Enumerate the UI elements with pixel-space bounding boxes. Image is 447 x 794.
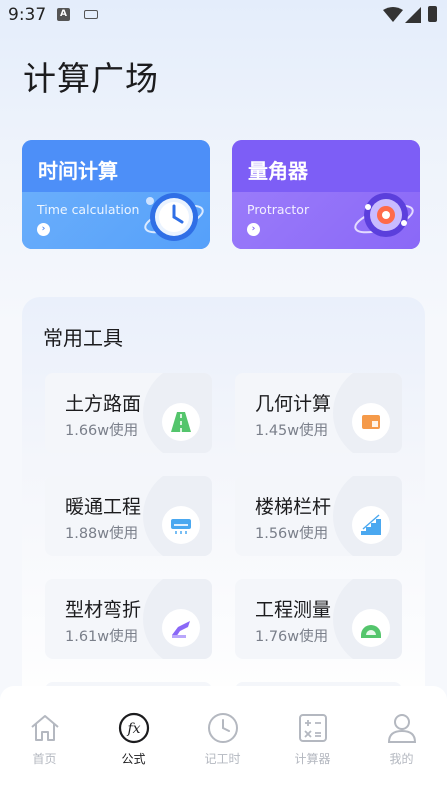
tool-usage: 1.45w使用 [255, 423, 329, 439]
tool-usage: 1.61w使用 [65, 629, 139, 645]
tab-label: 我的 [389, 752, 414, 766]
tab-label: 记工时 [204, 752, 241, 766]
card-title: 量角器 [248, 159, 308, 183]
app-notification-icon: A [57, 8, 70, 21]
tool-card-stairs[interactable]: 楼梯栏杆 1.56w使用 [235, 476, 402, 556]
air-conditioner-icon [162, 506, 200, 544]
home-icon [31, 715, 59, 741]
tab-profile[interactable]: 我的 [357, 686, 446, 776]
section-title: 常用工具 [43, 326, 123, 350]
tool-name: 土方路面 [65, 393, 142, 415]
tool-usage: 1.56w使用 [255, 526, 329, 542]
tool-card-survey[interactable]: 工程测量 1.76w使用 [235, 579, 402, 659]
card-subtitle: Protractor [247, 202, 310, 217]
clock-icon [208, 713, 238, 743]
tool-usage: 1.66w使用 [65, 423, 139, 439]
clock-icon [144, 193, 204, 241]
card-title: 时间计算 [38, 159, 118, 183]
tool-name: 几何计算 [255, 393, 332, 415]
bottom-tab-bar: 首页 fx 公式 记工时 计算器 我的 [0, 686, 447, 794]
card-subtitle: Time calculation [37, 202, 140, 217]
signal-icon [405, 7, 421, 23]
status-time: 9:37 [8, 5, 47, 25]
tool-card-profile-bending[interactable]: 型材弯折 1.61w使用 [45, 579, 212, 659]
tab-timesheet[interactable]: 记工时 [178, 686, 267, 776]
bending-icon [162, 609, 200, 647]
tool-usage: 1.88w使用 [65, 526, 139, 542]
chevron-right-icon: › [247, 223, 260, 236]
tool-name: 楼梯栏杆 [255, 496, 332, 518]
svg-text:fx: fx [126, 721, 140, 737]
user-icon [387, 714, 417, 743]
tool-name: 型材弯折 [65, 599, 142, 621]
tool-usage: 1.76w使用 [255, 629, 329, 645]
calculator-icon [299, 714, 327, 742]
protractor-card[interactable]: 量角器 Protractor › [232, 140, 420, 249]
measure-icon [352, 609, 390, 647]
stairs-icon [352, 506, 390, 544]
tool-card-geometry[interactable]: 几何计算 1.45w使用 [235, 373, 402, 453]
tab-formula[interactable]: fx 公式 [89, 686, 178, 776]
wifi-icon [383, 7, 403, 22]
tab-label: 公式 [121, 752, 146, 766]
tool-card-hvac[interactable]: 暖通工程 1.88w使用 [45, 476, 212, 556]
battery-icon [428, 6, 437, 22]
tab-label: 首页 [32, 752, 57, 766]
tab-label: 计算器 [294, 752, 331, 766]
keyboard-icon [84, 10, 98, 19]
tool-name: 工程测量 [255, 599, 332, 621]
tab-calculator[interactable]: 计算器 [268, 686, 357, 776]
protractor-icon [354, 193, 414, 237]
road-icon [162, 403, 200, 441]
formula-icon: fx [118, 712, 150, 744]
tab-home[interactable]: 首页 [0, 686, 89, 776]
chevron-right-icon: › [37, 223, 50, 236]
tool-name: 暖通工程 [65, 496, 142, 518]
page-title: 计算广场 [23, 59, 159, 98]
time-calculation-card[interactable]: 时间计算 Time calculation › [22, 140, 210, 249]
tool-card-earthwork[interactable]: 土方路面 1.66w使用 [45, 373, 212, 453]
status-bar: 9:37 A [0, 0, 447, 30]
cube-icon [352, 403, 390, 441]
